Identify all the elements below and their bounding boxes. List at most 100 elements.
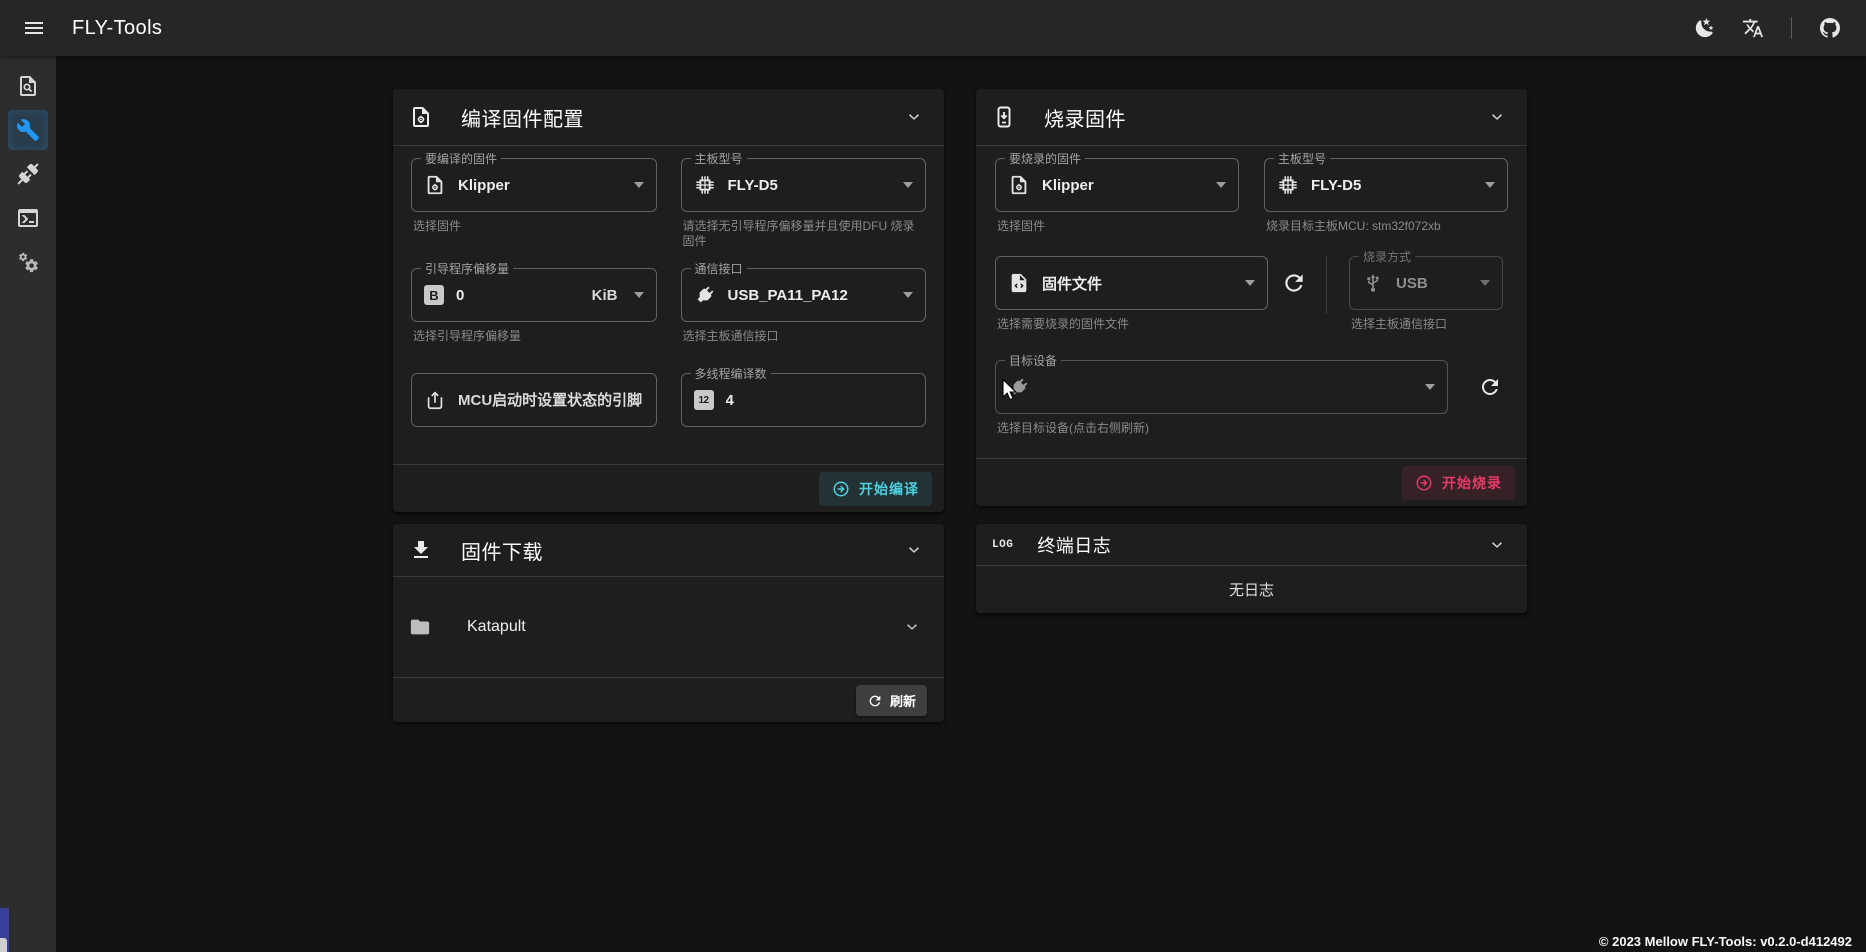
hamburger-icon	[22, 16, 46, 40]
github-button[interactable]	[1810, 8, 1850, 48]
dropdown-caret-icon	[903, 292, 913, 298]
chevron-down-icon	[904, 540, 924, 560]
flash-vertical-divider	[1326, 256, 1327, 314]
compile-board-value: FLY-D5	[728, 177, 778, 194]
refresh-icon	[1281, 270, 1307, 296]
dropdown-caret-icon	[1480, 280, 1490, 286]
dropdown-caret-icon	[1216, 182, 1226, 188]
target-device-select[interactable]: 目标设备	[995, 360, 1448, 414]
comm-interface-label: 通信接口	[691, 260, 747, 277]
chip-icon	[1277, 174, 1299, 196]
compile-board-hint: 请选择无引导程序偏移量并且使用DFU 烧录固件	[683, 219, 925, 249]
log-card-title: 终端日志	[1037, 532, 1111, 558]
start-flash-label: 开始烧录	[1442, 473, 1502, 493]
compile-firmware-value: Klipper	[458, 177, 510, 194]
compile-board-select[interactable]: 主板型号 FLY-D5	[681, 158, 927, 212]
file-search-icon	[16, 74, 40, 98]
arrow-right-circle-icon	[832, 480, 850, 498]
target-device-label: 目标设备	[1005, 352, 1061, 369]
language-button[interactable]	[1733, 8, 1773, 48]
threads-value: 4	[726, 392, 734, 409]
target-device-hint: 选择目标设备(点击右侧刷新)	[997, 421, 1446, 436]
compile-firmware-select[interactable]: 要编译的固件 Klipper	[411, 158, 657, 212]
offset-unit-value: KiB	[592, 287, 618, 304]
sidebar-item-terminal[interactable]	[4, 196, 52, 240]
threads-field[interactable]: 多线程编译数 12 4	[681, 373, 927, 427]
download-card: 固件下载 Katapult 刷新	[393, 524, 944, 722]
connection-icon	[16, 162, 40, 186]
alpha-b-icon: B	[424, 285, 444, 305]
start-flash-button[interactable]: 开始烧录	[1402, 466, 1515, 500]
sidebar-item-tools[interactable]	[4, 108, 52, 152]
comm-interface-hint: 选择主板通信接口	[683, 329, 925, 344]
topbar-divider	[1791, 17, 1792, 39]
flash-method-value: USB	[1396, 275, 1428, 292]
flash-board-select[interactable]: 主板型号 FLY-D5	[1264, 158, 1508, 212]
download-refresh-button[interactable]: 刷新	[856, 685, 927, 716]
sidebar-item-settings[interactable]	[4, 240, 52, 284]
board-flash-icon	[992, 105, 1016, 129]
flash-collapse-button[interactable]	[1483, 103, 1511, 131]
refresh-icon	[867, 693, 883, 709]
compile-card: 编译固件配置 要编译的固件 Klipper 选择固件 主板型号 FLY	[393, 89, 944, 512]
mcu-pin-field[interactable]	[411, 373, 657, 427]
app-title: FLY-Tools	[72, 17, 162, 40]
menu-button[interactable]	[14, 8, 54, 48]
download-refresh-label: 刷新	[890, 691, 916, 710]
dropdown-caret-icon	[634, 182, 644, 188]
footer-version-text: © 2023 Mellow FLY-Tools: v0.2.0-d412492	[1599, 934, 1852, 949]
pin-export-icon	[424, 389, 446, 411]
bootloader-offset-select[interactable]: 引导程序偏移量 B 0 KiB	[411, 268, 657, 322]
scrollbar[interactable]	[0, 908, 9, 952]
flash-card: 烧录固件 要烧录的固件 Klipper 选择固件 主板型号 FLY-D	[976, 89, 1527, 506]
comm-interface-select[interactable]: 通信接口 USB_PA11_PA12	[681, 268, 927, 322]
folder-icon	[409, 616, 431, 638]
firmware-file-select[interactable]: 固件文件	[995, 256, 1268, 310]
target-device-refresh-button[interactable]	[1472, 369, 1508, 405]
chevron-down-icon	[904, 107, 924, 127]
flash-method-hint: 选择主板通信接口	[1351, 317, 1501, 332]
start-compile-label: 开始编译	[859, 479, 919, 499]
firmware-file-hint: 选择需要烧录的固件文件	[997, 317, 1266, 332]
firmware-file-refresh-button[interactable]	[1276, 265, 1312, 301]
dark-mode-button[interactable]	[1685, 8, 1725, 48]
download-item-katapult[interactable]: Katapult	[393, 577, 944, 677]
scrollbar-thumb[interactable]	[0, 938, 7, 952]
dropdown-caret-icon	[1245, 280, 1255, 286]
expand-chevron-icon	[902, 617, 922, 637]
sidebar	[0, 56, 56, 952]
plug-icon	[694, 284, 716, 306]
file-code-icon	[1008, 272, 1030, 294]
terminal-icon	[16, 206, 40, 230]
download-collapse-button[interactable]	[900, 536, 928, 564]
mcu-pin-input[interactable]	[458, 392, 644, 409]
download-icon	[409, 538, 433, 562]
moon-icon	[1694, 17, 1716, 39]
log-card: LOG 终端日志 无日志	[976, 524, 1527, 613]
flash-firmware-value: Klipper	[1042, 177, 1094, 194]
compile-card-title: 编译固件配置	[461, 103, 584, 132]
sidebar-item-connection[interactable]	[4, 152, 52, 196]
flash-method-select[interactable]: 烧录方式 USB	[1349, 256, 1503, 310]
gears-icon	[17, 251, 39, 273]
dropdown-caret-icon	[1425, 384, 1435, 390]
flash-board-value: FLY-D5	[1311, 177, 1361, 194]
firmware-file-icon	[1008, 174, 1030, 196]
bootloader-offset-hint: 选择引导程序偏移量	[413, 329, 655, 344]
sidebar-item-firmware-search[interactable]	[4, 64, 52, 108]
firmware-file-icon	[424, 174, 446, 196]
start-compile-button[interactable]: 开始编译	[819, 472, 932, 506]
chevron-down-icon	[1487, 535, 1507, 555]
log-collapse-button[interactable]	[1483, 531, 1511, 559]
download-card-title: 固件下载	[461, 536, 543, 565]
compile-board-label: 主板型号	[691, 150, 747, 167]
flash-card-title: 烧录固件	[1044, 103, 1126, 132]
compile-collapse-button[interactable]	[900, 103, 928, 131]
compile-firmware-label: 要编译的固件	[421, 150, 501, 167]
flash-firmware-select[interactable]: 要烧录的固件 Klipper	[995, 158, 1239, 212]
plug-icon	[1008, 376, 1030, 398]
bootloader-offset-value: 0	[456, 287, 464, 304]
threads-label: 多线程编译数	[691, 365, 771, 382]
download-item-label: Katapult	[467, 618, 526, 636]
dropdown-caret-icon	[634, 292, 644, 298]
